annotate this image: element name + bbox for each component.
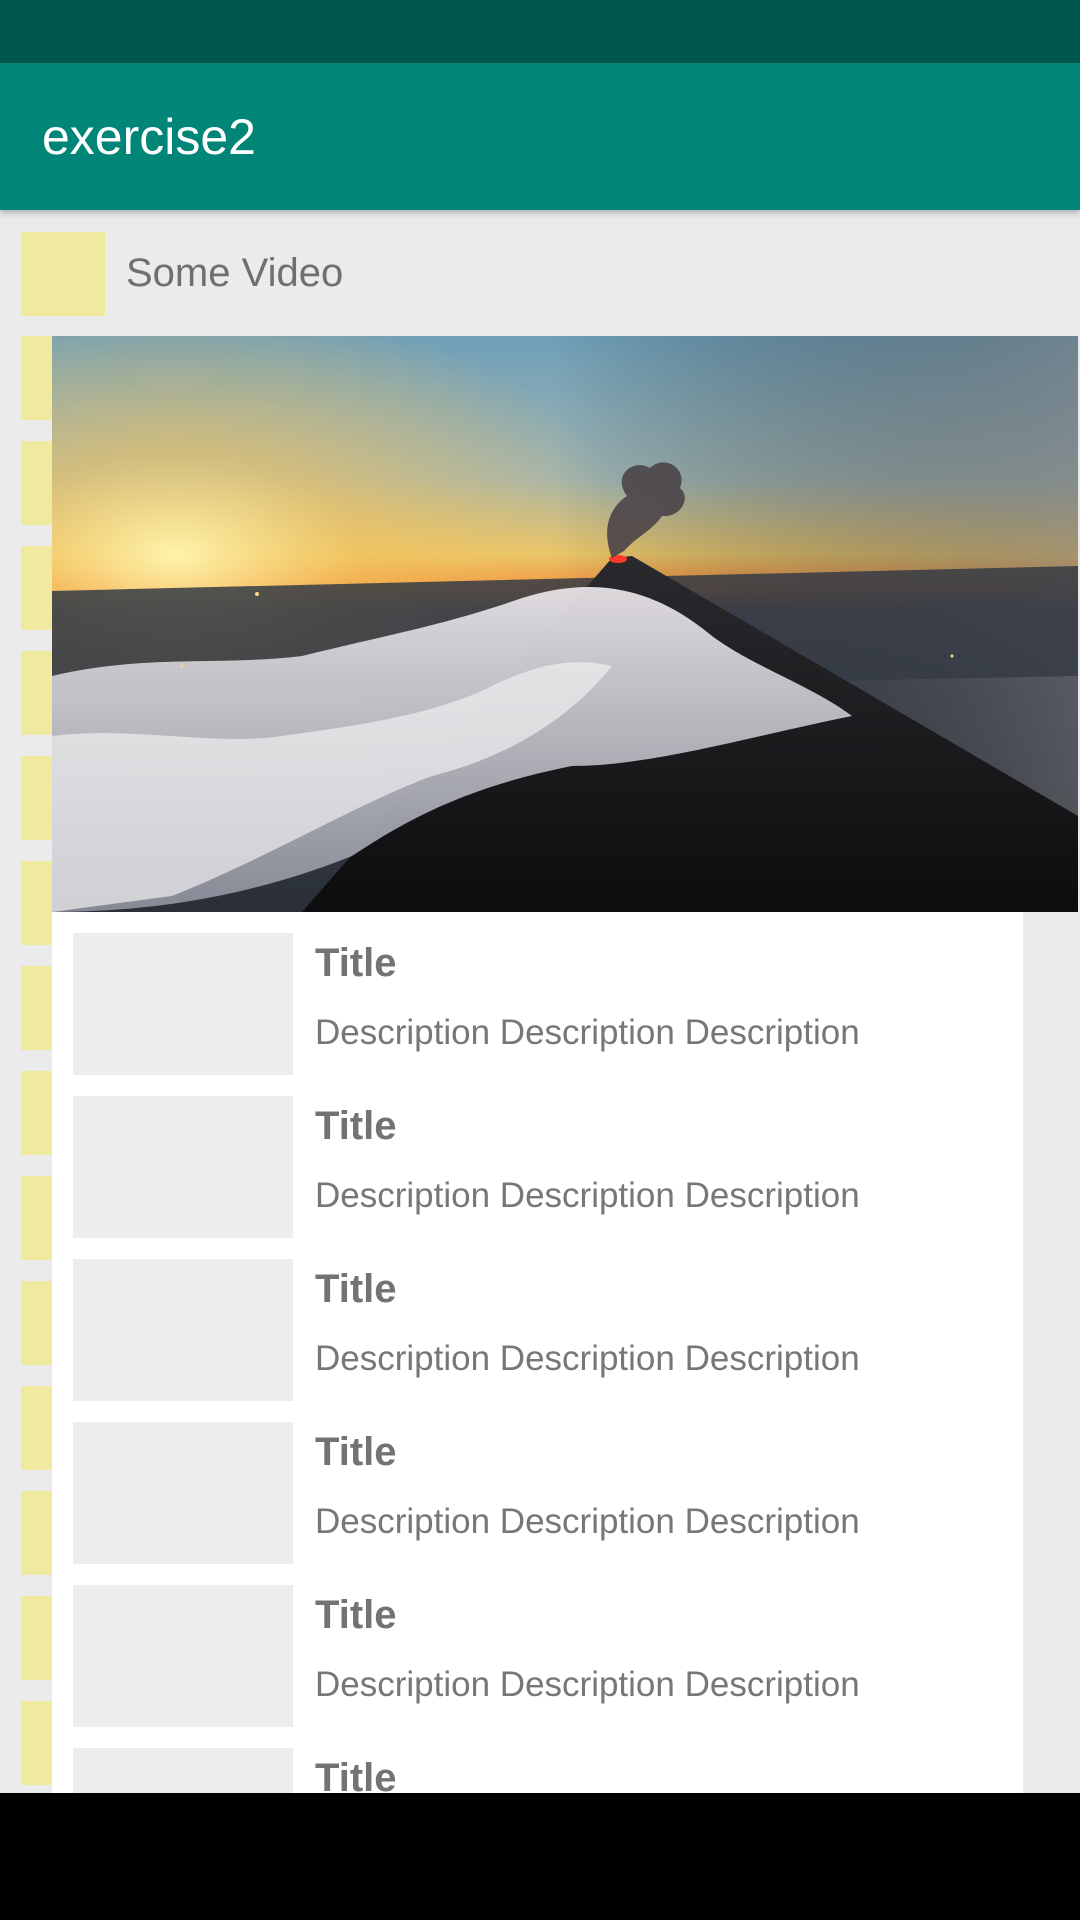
list-item[interactable]: Title Description Description Descriptio… — [52, 1238, 1023, 1401]
list-item[interactable]: Title — [52, 1727, 1023, 1793]
background-item-thumbnail — [21, 1071, 53, 1155]
content-area[interactable]: Some Video Title Description Description… — [0, 210, 1080, 1793]
background-item-thumbnail — [21, 441, 53, 525]
volcano-video-frame — [52, 336, 1078, 912]
background-item-thumbnail — [21, 1596, 53, 1680]
background-item-thumbnail — [21, 1491, 53, 1575]
item-thumbnail — [73, 1259, 293, 1401]
app-bar: exercise2 — [0, 63, 1080, 210]
list-item[interactable]: Title Description Description Descriptio… — [52, 1075, 1023, 1238]
app-title: exercise2 — [42, 109, 256, 165]
item-title: Title — [315, 1267, 397, 1311]
background-item-thumbnail — [21, 651, 53, 735]
video-player[interactable] — [52, 336, 1078, 912]
item-title: Title — [315, 941, 397, 985]
item-title: Title — [315, 1430, 397, 1474]
background-item-thumbnail — [21, 966, 53, 1050]
item-description: Description Description Description — [315, 1665, 860, 1704]
status-bar — [0, 0, 1080, 63]
screen: exercise2 Some Video Title Description D… — [0, 0, 1080, 1920]
background-item-thumbnail — [21, 336, 53, 420]
item-description: Description Description Description — [315, 1502, 860, 1541]
background-item-thumbnail — [21, 1281, 53, 1365]
video-header-label: Some Video — [126, 251, 344, 295]
item-thumbnail — [73, 1422, 293, 1564]
background-item-thumbnail — [21, 546, 53, 630]
navigation-bar — [0, 1793, 1080, 1920]
list-item[interactable]: Title Description Description Descriptio… — [52, 1401, 1023, 1564]
item-title: Title — [315, 1593, 397, 1637]
item-thumbnail — [73, 1096, 293, 1238]
list-item[interactable]: Title Description Description Descriptio… — [52, 912, 1023, 1075]
item-description: Description Description Description — [315, 1339, 860, 1378]
item-title: Title — [315, 1756, 397, 1793]
background-item-thumbnail — [21, 756, 53, 840]
background-item-thumbnail — [21, 1701, 53, 1785]
background-item-thumbnail — [21, 861, 53, 945]
video-header-thumbnail — [21, 232, 105, 316]
item-description: Description Description Description — [315, 1176, 860, 1215]
item-thumbnail — [73, 1585, 293, 1727]
item-thumbnail — [73, 1748, 293, 1793]
background-item-thumbnail — [21, 1386, 53, 1470]
item-description: Description Description Description — [315, 1013, 860, 1052]
item-title: Title — [315, 1104, 397, 1148]
video-header-row[interactable]: Some Video — [0, 210, 1080, 320]
list-item[interactable]: Title Description Description Descriptio… — [52, 1564, 1023, 1727]
background-item-thumbnail — [21, 1176, 53, 1260]
item-list[interactable]: Title Description Description Descriptio… — [52, 912, 1023, 1793]
item-thumbnail — [73, 933, 293, 1075]
